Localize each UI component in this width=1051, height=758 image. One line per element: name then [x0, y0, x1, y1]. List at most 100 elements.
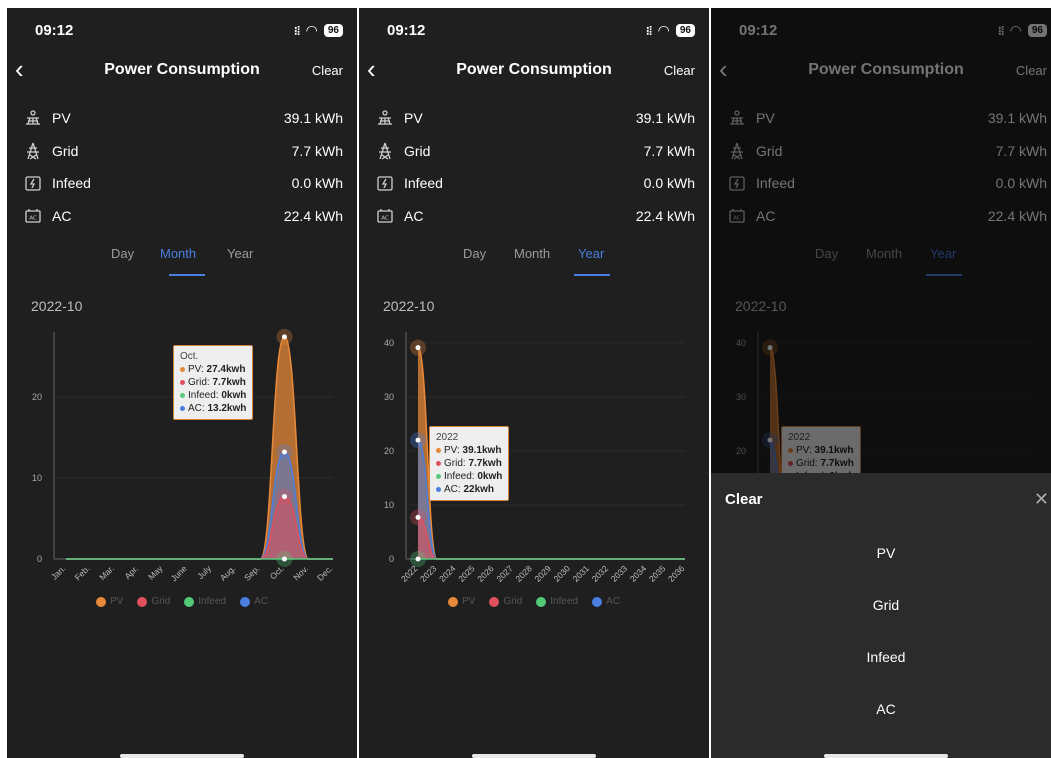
tooltip-dot [180, 405, 185, 411]
metric-name: AC [52, 207, 72, 224]
home-indicator[interactable] [824, 754, 948, 758]
status-time: 09:12 [35, 22, 74, 39]
tab-day[interactable]: Day [111, 246, 134, 261]
legend-item-ac[interactable]: AC [240, 596, 268, 607]
tooltip-value: 22kwh [463, 484, 495, 495]
metric-value: 22.4 kWh [635, 207, 695, 224]
home-indicator[interactable] [120, 754, 244, 758]
tab-year[interactable]: Year [578, 246, 604, 261]
signal-icon: ⁝⁞ [645, 23, 653, 38]
period-date: 2022-10 [383, 298, 435, 314]
metric-row-pv: PV 39.1 kWh [22, 106, 343, 130]
tooltip-dot [436, 460, 441, 466]
metric-value: 22.4 kWh [283, 207, 343, 224]
x-tick-label: Apr. [122, 563, 140, 581]
year-chart[interactable]: 0102030402022202320242025202620272028202… [359, 324, 709, 594]
tooltip-dot [180, 379, 185, 385]
option-infeed[interactable]: Infeed [711, 649, 1051, 665]
legend-item-grid[interactable]: Grid [137, 596, 170, 607]
tab-day[interactable]: Day [463, 246, 486, 261]
metric-name: Grid [404, 142, 431, 159]
tooltip-label: AC: [188, 403, 208, 414]
tab-underline [169, 274, 205, 276]
metric-name: PV [404, 110, 423, 126]
period-date: 2022-10 [31, 298, 83, 314]
tooltip-title: 2022 [436, 432, 459, 443]
metric-row-pv: PV 39.1 kWh [374, 106, 695, 130]
tooltip-value: 7.7kwh [468, 458, 502, 469]
tab-month[interactable]: Month [514, 246, 550, 261]
tooltip-label: AC: [444, 484, 464, 495]
y-tick-label: 10 [32, 473, 42, 483]
clear-button[interactable]: Clear [312, 63, 343, 78]
metric-row-grid: Grid 7.7 kWh [374, 139, 695, 163]
legend-dot [489, 596, 500, 607]
svg-text:AC: AC [29, 215, 37, 221]
tooltip-line: Grid: 7.7kwh [180, 376, 246, 389]
battery-icon: 96 [323, 24, 343, 37]
x-tick-label: Sep. [242, 563, 261, 582]
tooltip-dot [180, 392, 185, 398]
legend-item-pv[interactable]: PV [96, 596, 123, 607]
tab-year[interactable]: Year [227, 246, 253, 261]
x-tick-label: 2026 [475, 563, 496, 584]
chart-tooltip: Oct. PV: 27.4kwh Grid: 7.7kwh Infeed: 0kwh A… [173, 345, 254, 420]
tooltip-title: Oct. [180, 351, 199, 362]
x-tick-label: Feb. [73, 563, 92, 582]
tooltip-value: 7.7kwh [212, 377, 246, 388]
tooltip-label: Infeed: [444, 471, 478, 482]
x-tick-label: 2034 [628, 563, 649, 584]
legend-label: Infeed [550, 596, 579, 607]
metric-value: 7.7 kWh [291, 142, 343, 159]
chart-legend: PV Grid Infeed AC [7, 596, 357, 607]
legend-item-grid[interactable]: Grid [489, 596, 522, 607]
status-icons: ⁝⁞ ◠ 96 [646, 22, 695, 39]
legend-label: PV [462, 596, 476, 607]
battery-icon [374, 173, 396, 193]
option-pv[interactable]: PV [711, 545, 1051, 561]
data-point-ac [281, 449, 287, 455]
chart-legend: PV Grid Infeed AC [359, 596, 709, 607]
metric-name: Infeed [404, 175, 443, 191]
legend-dot [240, 596, 251, 607]
tooltip-line: PV: 39.1kwh [436, 444, 502, 457]
solar-panel-icon [374, 108, 396, 128]
x-tick-label: Nov. [291, 563, 310, 582]
tab-month[interactable]: Month [160, 246, 196, 261]
option-grid[interactable]: Grid [711, 597, 1051, 613]
data-point-ac [415, 437, 421, 443]
y-tick-label: 20 [384, 446, 394, 456]
tooltip-dot [436, 486, 441, 492]
legend-item-infeed[interactable]: Infeed [184, 596, 226, 607]
legend-dot [137, 596, 148, 607]
y-tick-label: 10 [384, 500, 394, 510]
legend-item-ac[interactable]: AC [592, 596, 620, 607]
x-tick-label: May [146, 563, 165, 582]
tooltip-label: PV: [188, 364, 207, 375]
chart-tooltip: 2022PV: 39.1kwhGrid: 7.7kwhInfeed: 0kwhA… [429, 426, 510, 501]
data-point-infeed [415, 556, 421, 562]
clear-button[interactable]: Clear [664, 63, 695, 78]
y-tick-label: 30 [384, 392, 394, 402]
home-indicator[interactable] [472, 754, 596, 758]
data-point-pv [281, 334, 287, 340]
y-tick-label: 40 [384, 338, 394, 348]
screen-clear-sheet: 09:12 ⁝⁞ ◠ 96 ‹ Power Consumption Clear … [711, 8, 1051, 758]
legend-dot [536, 596, 547, 607]
legend-item-pv[interactable]: PV [448, 596, 475, 607]
x-tick-label: July [195, 563, 213, 581]
option-ac[interactable]: AC [711, 701, 1051, 717]
status-time: 09:12 [387, 22, 426, 39]
x-tick-label: 2032 [590, 563, 611, 584]
legend-item-infeed[interactable]: Infeed [536, 596, 578, 607]
legend-label: Grid [503, 596, 523, 607]
series-line-grid [417, 516, 685, 560]
y-tick-label: 0 [389, 554, 394, 564]
battery-icon: 96 [675, 24, 695, 37]
close-icon[interactable]: ✕ [1034, 489, 1049, 510]
tooltip-line: AC: 13.2kwh [180, 402, 246, 415]
x-tick-label: Dec. [315, 563, 334, 582]
tooltip-value: 0kwh [221, 390, 247, 401]
solar-panel-icon [22, 108, 44, 128]
x-tick-label: 2029 [532, 563, 553, 584]
